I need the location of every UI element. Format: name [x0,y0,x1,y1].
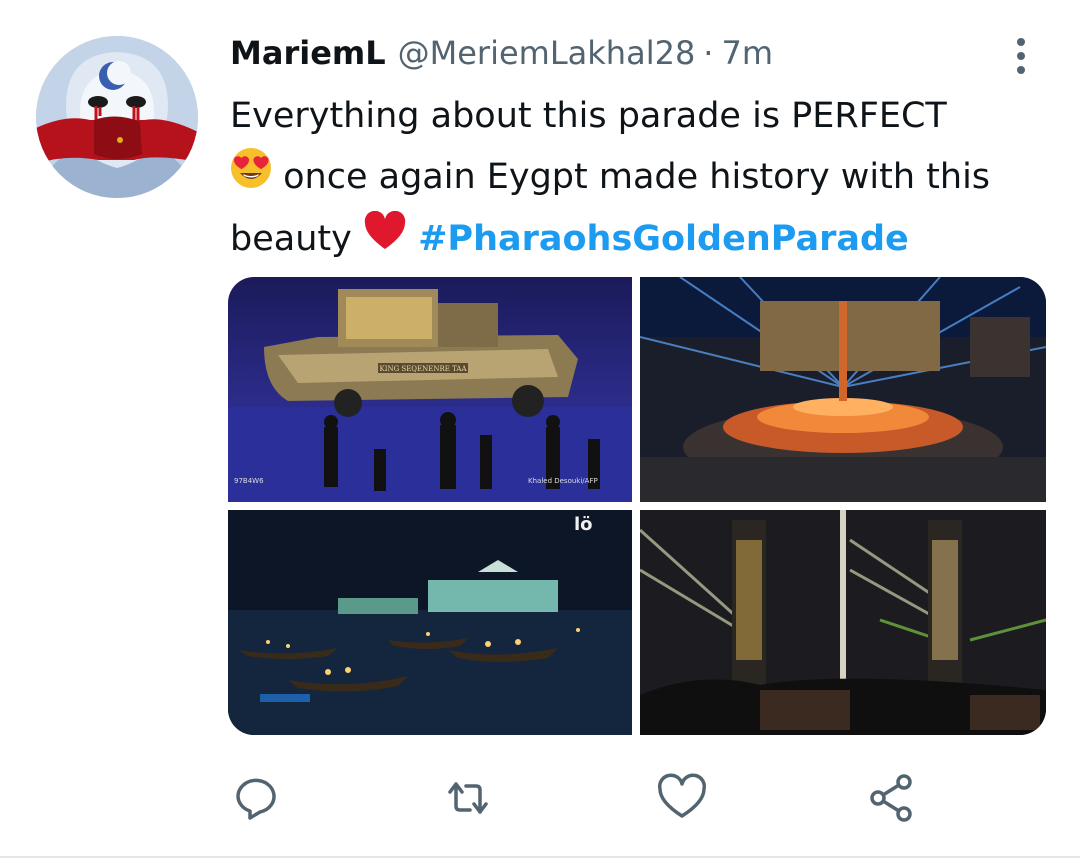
timestamp[interactable]: 7m [721,34,773,72]
image-code: 97B4W6 [234,477,264,485]
hashtag-link[interactable]: #PharaohsGoldenParade [418,219,909,259]
tweet-header: MariemL @MeriemLakhal28 · 7m [230,34,773,78]
media-grid: KING SEQENENRE TAA 97B4W6 Khaled Desouki… [228,277,1046,735]
red-heart-emoji [363,210,407,271]
display-name[interactable]: MariemL [230,34,386,72]
reply-icon[interactable] [230,770,286,826]
more-vertical-icon[interactable] [1006,36,1036,76]
tweet-text-line1: Everything about this parade is PERFECT [230,96,947,136]
tweet-card[interactable]: MariemL @MeriemLakhal28 · 7m Everything … [0,0,1080,858]
boat-label: KING SEQENENRE TAA [379,365,467,373]
media-image-boat-parade[interactable]: KING SEQENENRE TAA 97B4W6 Khaled Desouki… [228,277,632,502]
heart-icon[interactable] [654,770,710,826]
avatar[interactable] [36,36,198,198]
media-image-nile-boats[interactable]: lö [228,510,632,735]
retweet-icon[interactable] [440,770,496,826]
separator: · [703,34,714,72]
media-image-cairo-tower[interactable] [640,510,1046,735]
media-image-tahrir-square[interactable] [640,277,1046,502]
photo-credit: Khaled Desouki/AFP [528,477,598,485]
channel-logo: lö [574,514,593,535]
tweet-text: Everything about this parade is PERFECT … [230,86,1050,271]
user-handle[interactable]: @MeriemLakhal28 [398,34,696,72]
tweet-actions [0,770,1080,826]
share-icon[interactable] [864,770,920,826]
heart-eyes-emoji [230,147,272,209]
